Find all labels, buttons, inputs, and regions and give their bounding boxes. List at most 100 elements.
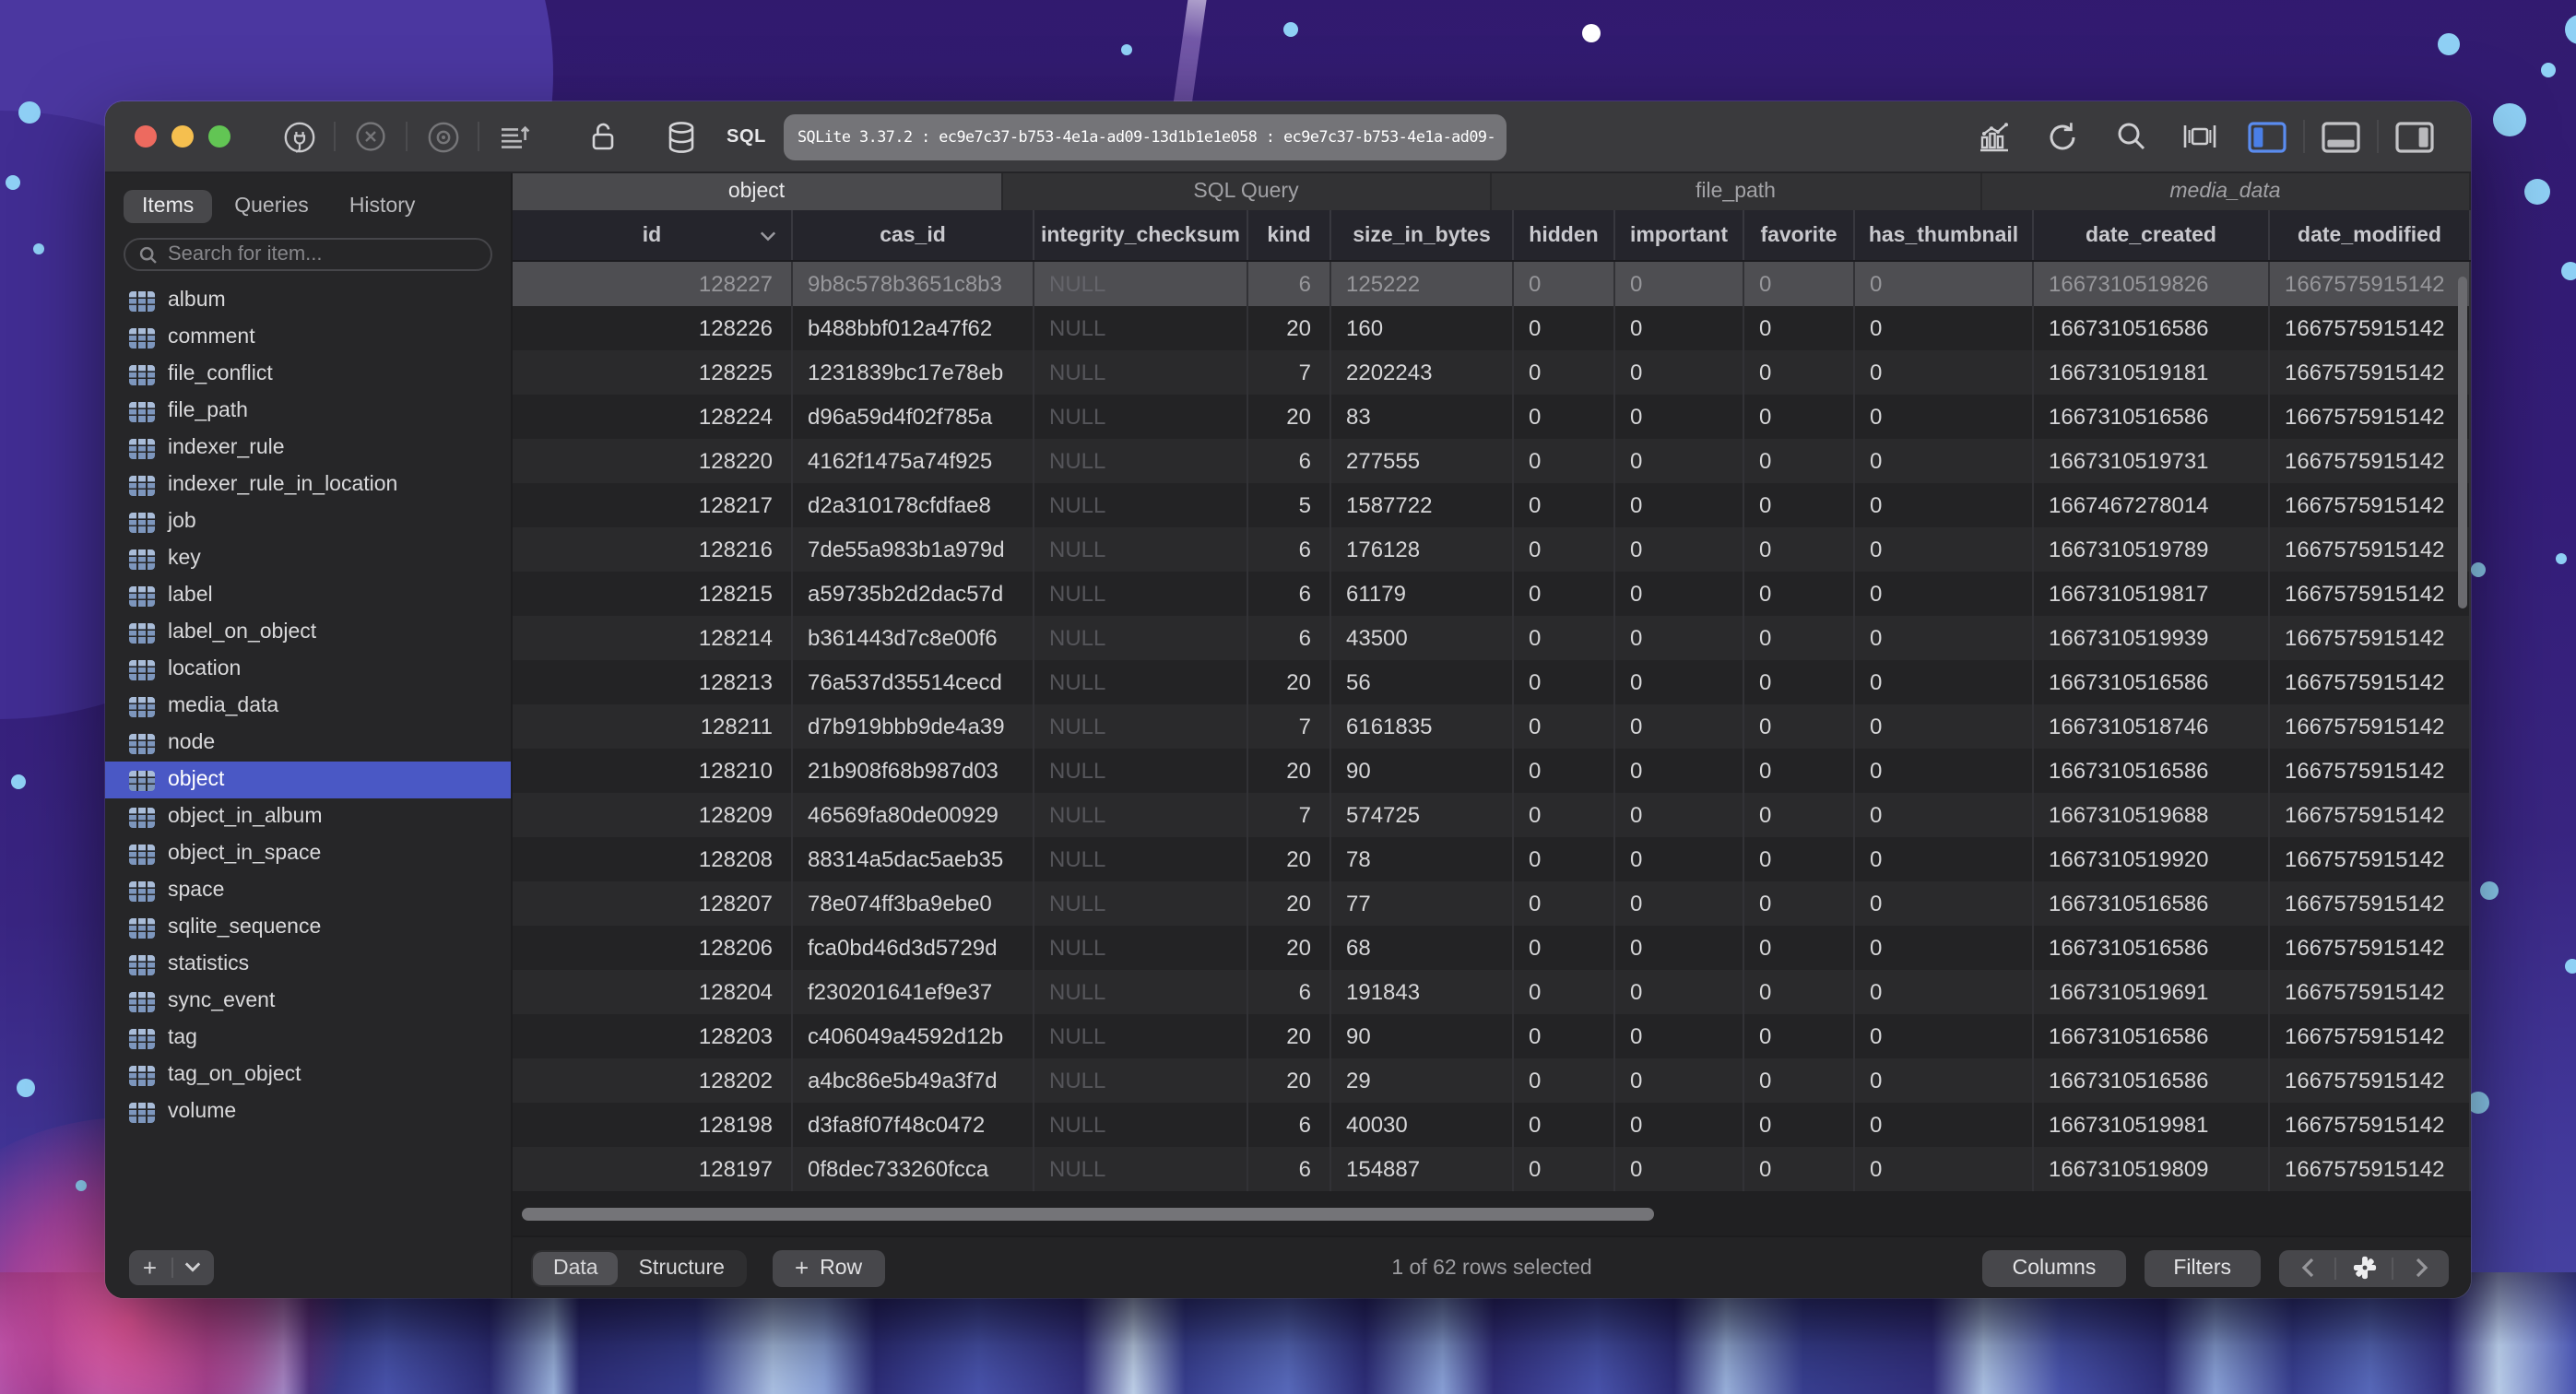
cell-important[interactable]: 0 [1615, 881, 1744, 926]
toggle-bottom-panel-button[interactable] [2307, 112, 2375, 160]
cell-kind[interactable]: 6 [1248, 527, 1331, 572]
cell-hidden[interactable]: 0 [1514, 350, 1615, 395]
cell-size_in_bytes[interactable]: 125222 [1331, 262, 1514, 306]
cell-date_created[interactable]: 1667310519181 [2034, 350, 2270, 395]
cell-favorite[interactable]: 0 [1744, 439, 1855, 483]
cell-kind[interactable]: 6 [1248, 439, 1331, 483]
cell-has_thumbnail[interactable]: 0 [1855, 527, 2034, 572]
cell-kind[interactable]: 20 [1248, 306, 1331, 350]
cell-date_modified[interactable]: 1667575915142 [2270, 1103, 2471, 1147]
cell-hidden[interactable]: 0 [1514, 749, 1615, 793]
cell-cas_id[interactable]: 4162f1475a74f925 [793, 439, 1034, 483]
cell-cas_id[interactable]: a4bc86e5b49a3f7d [793, 1058, 1034, 1103]
cell-cas_id[interactable]: b488bbf012a47f62 [793, 306, 1034, 350]
sidebar-tab-history[interactable]: History [331, 190, 434, 223]
cell-date_modified[interactable]: 1667575915142 [2270, 881, 2471, 926]
sidebar-item-comment[interactable]: comment [105, 319, 511, 356]
cell-kind[interactable]: 6 [1248, 1103, 1331, 1147]
cell-kind[interactable]: 20 [1248, 660, 1331, 704]
cell-has_thumbnail[interactable]: 0 [1855, 262, 2034, 306]
table-row[interactable]: 128224 d96a59d4f02f785a NULL 20 83 0 0 0 0 166731… [513, 395, 2471, 439]
table-row[interactable]: 128226 b488bbf012a47f62 NULL 20 160 0 0 0 0 16673… [513, 306, 2471, 350]
sidebar-item-job[interactable]: job [105, 503, 511, 540]
cell-important[interactable]: 0 [1615, 350, 1744, 395]
cell-cas_id[interactable]: d96a59d4f02f785a [793, 395, 1034, 439]
cell-important[interactable]: 0 [1615, 483, 1744, 527]
cell-date_created[interactable]: 1667310519731 [2034, 439, 2270, 483]
cell-important[interactable]: 0 [1615, 1147, 1744, 1191]
cell-date_created[interactable]: 1667310516586 [2034, 881, 2270, 926]
cell-hidden[interactable]: 0 [1514, 926, 1615, 970]
cell-integrity_checksum[interactable]: NULL [1034, 793, 1248, 837]
column-header-date_created[interactable]: date_created [2034, 210, 2270, 260]
cell-date_modified[interactable]: 1667575915142 [2270, 616, 2471, 660]
cell-important[interactable]: 0 [1615, 970, 1744, 1014]
cell-id[interactable]: 128217 [513, 483, 793, 527]
database-icon[interactable] [649, 114, 712, 159]
table-row[interactable]: 128217 d2a310178cfdfae8 NULL 5 1587722 0 0 0 0 16… [513, 483, 2471, 527]
cell-size_in_bytes[interactable]: 61179 [1331, 572, 1514, 616]
cell-date_created[interactable]: 1667310519691 [2034, 970, 2270, 1014]
cell-has_thumbnail[interactable]: 0 [1855, 926, 2034, 970]
sidebar-item-label[interactable]: label [105, 577, 511, 614]
table-row[interactable]: 128210 21b908f68b987d03 NULL 20 90 0 0 0 0 166731… [513, 749, 2471, 793]
cell-cas_id[interactable]: 21b908f68b987d03 [793, 749, 1034, 793]
cell-has_thumbnail[interactable]: 0 [1855, 1103, 2034, 1147]
toggle-left-panel-button[interactable] [2233, 112, 2301, 160]
sidebar-item-file_conflict[interactable]: file_conflict [105, 356, 511, 393]
table-row[interactable]: 128214 b361443d7c8e00f6 NULL 6 43500 0 0 0 0 1667… [513, 616, 2471, 660]
sidebar-item-sync_event[interactable]: sync_event [105, 983, 511, 1020]
table-row[interactable]: 128225 1231839bc17e78eb NULL 7 2202243 0 0 0 0 16… [513, 350, 2471, 395]
cell-id[interactable]: 128225 [513, 350, 793, 395]
cell-has_thumbnail[interactable]: 0 [1855, 793, 2034, 837]
cell-kind[interactable]: 20 [1248, 837, 1331, 881]
cell-important[interactable]: 0 [1615, 1103, 1744, 1147]
chart-icon[interactable] [1960, 112, 2028, 160]
cell-kind[interactable]: 6 [1248, 616, 1331, 660]
cell-size_in_bytes[interactable]: 160 [1331, 306, 1514, 350]
cell-size_in_bytes[interactable]: 1587722 [1331, 483, 1514, 527]
cell-id[interactable]: 128215 [513, 572, 793, 616]
cell-cas_id[interactable]: 76a537d35514cecd [793, 660, 1034, 704]
previous-record-button[interactable] [2279, 1258, 2334, 1278]
cell-integrity_checksum[interactable]: NULL [1034, 306, 1248, 350]
cell-id[interactable]: 128202 [513, 1058, 793, 1103]
cell-date_created[interactable]: 1667310519817 [2034, 572, 2270, 616]
cell-kind[interactable]: 20 [1248, 1014, 1331, 1058]
table-row[interactable]: 128216 7de55a983b1a979d NULL 6 176128 0 0 0 0 166… [513, 527, 2471, 572]
column-header-size_in_bytes[interactable]: size_in_bytes [1331, 210, 1514, 260]
cell-favorite[interactable]: 0 [1744, 881, 1855, 926]
sidebar-item-volume[interactable]: volume [105, 1093, 511, 1130]
cell-cas_id[interactable]: a59735b2d2dac57d [793, 572, 1034, 616]
add-item-menu-button[interactable] [172, 1261, 214, 1272]
cell-id[interactable]: 128197 [513, 1147, 793, 1191]
column-header-has_thumbnail[interactable]: has_thumbnail [1855, 210, 2034, 260]
cell-integrity_checksum[interactable]: NULL [1034, 837, 1248, 881]
cell-has_thumbnail[interactable]: 0 [1855, 704, 2034, 749]
cell-favorite[interactable]: 0 [1744, 704, 1855, 749]
column-header-important[interactable]: important [1615, 210, 1744, 260]
cell-size_in_bytes[interactable]: 78 [1331, 837, 1514, 881]
cell-has_thumbnail[interactable]: 0 [1855, 837, 2034, 881]
column-header-cas_id[interactable]: cas_id [793, 210, 1034, 260]
cell-cas_id[interactable]: f230201641ef9e37 [793, 970, 1034, 1014]
cell-integrity_checksum[interactable]: NULL [1034, 1014, 1248, 1058]
table-row[interactable]: 128197 0f8dec733260fcca NULL 6 154887 0 0 0 0 166… [513, 1147, 2471, 1191]
column-header-favorite[interactable]: favorite [1744, 210, 1855, 260]
cell-id[interactable]: 128211 [513, 704, 793, 749]
cell-id[interactable]: 128220 [513, 439, 793, 483]
column-header-id[interactable]: id [513, 210, 793, 260]
cell-favorite[interactable]: 0 [1744, 572, 1855, 616]
cell-date_modified[interactable]: 1667575915142 [2270, 1147, 2471, 1191]
table-row[interactable]: 128207 78e074ff3ba9ebe0 NULL 20 77 0 0 0 0 166731… [513, 881, 2471, 926]
cell-has_thumbnail[interactable]: 0 [1855, 660, 2034, 704]
cell-integrity_checksum[interactable]: NULL [1034, 1103, 1248, 1147]
cell-id[interactable]: 128206 [513, 926, 793, 970]
cell-favorite[interactable]: 0 [1744, 926, 1855, 970]
cell-size_in_bytes[interactable]: 2202243 [1331, 350, 1514, 395]
cell-cas_id[interactable]: 0f8dec733260fcca [793, 1147, 1034, 1191]
cell-integrity_checksum[interactable]: NULL [1034, 572, 1248, 616]
cell-size_in_bytes[interactable]: 277555 [1331, 439, 1514, 483]
table-row[interactable]: 128202 a4bc86e5b49a3f7d NULL 20 29 0 0 0 0 166731… [513, 1058, 2471, 1103]
cell-integrity_checksum[interactable]: NULL [1034, 483, 1248, 527]
